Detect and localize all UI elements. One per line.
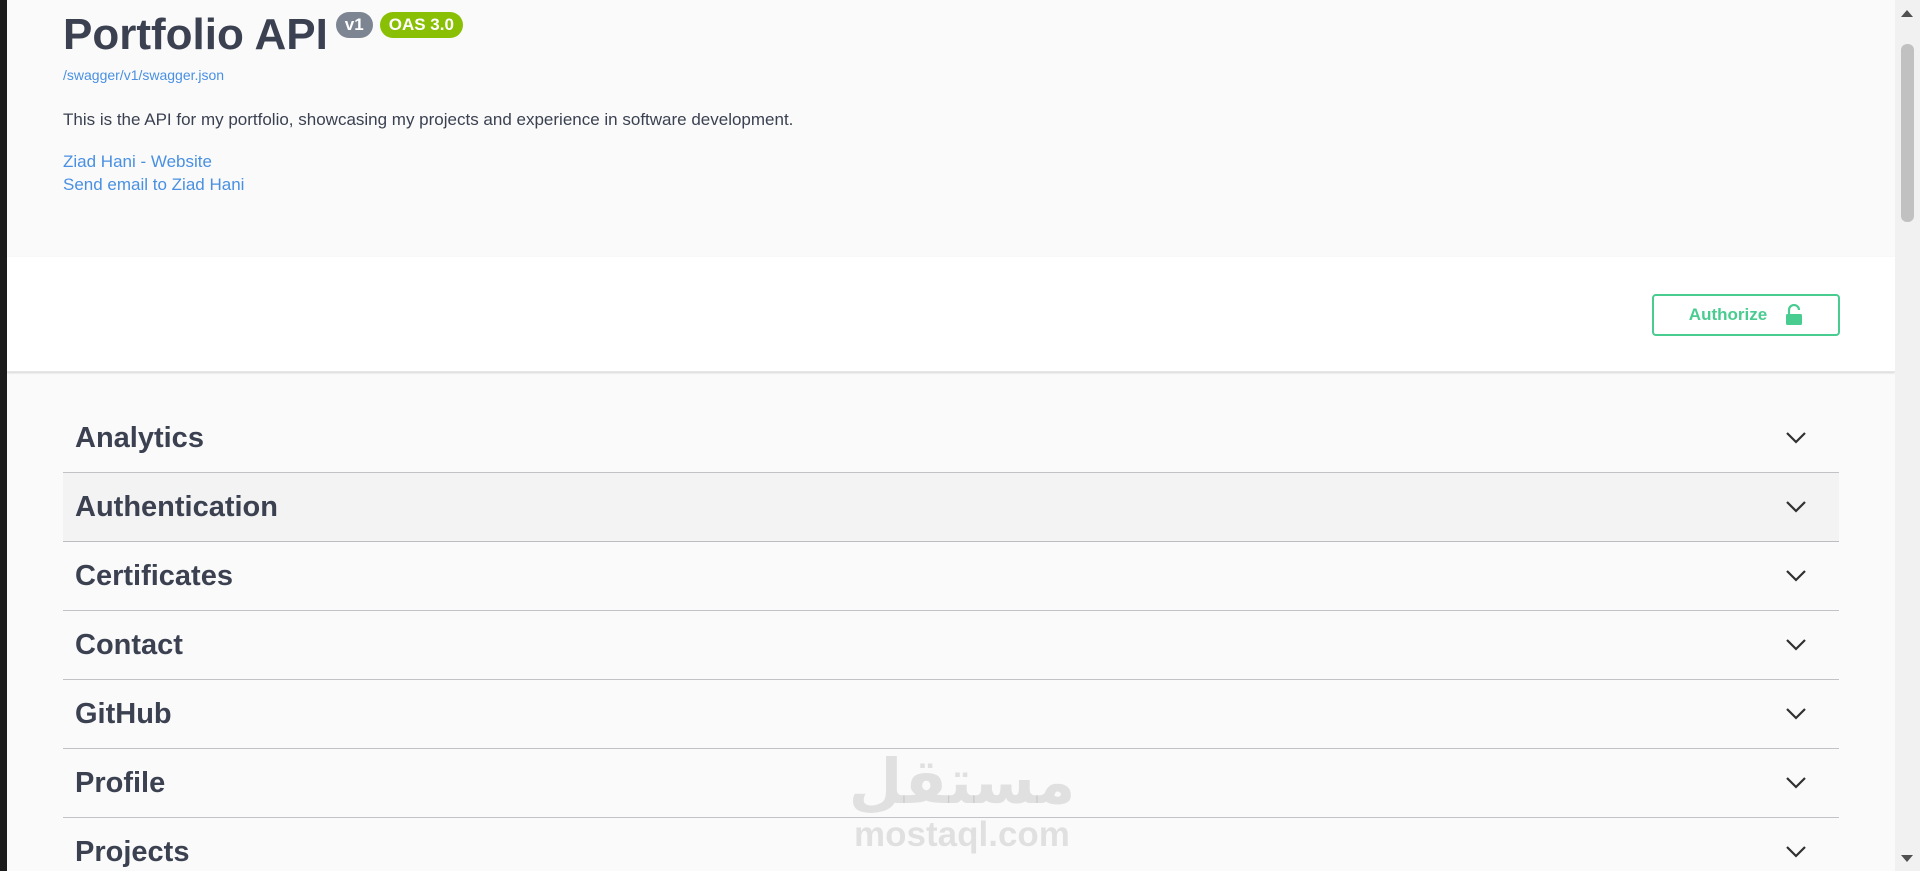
tag-name: GitHub: [75, 697, 172, 730]
lock-icon: [1786, 304, 1803, 325]
tag-section-certificates[interactable]: Certificates: [63, 542, 1839, 611]
tag-section-projects[interactable]: Projects: [63, 818, 1839, 871]
scroll-up-arrow[interactable]: [1901, 10, 1913, 17]
authorize-label: Authorize: [1688, 305, 1768, 324]
contact-links: Ziad Hani - Website Send email to Ziad H…: [63, 150, 244, 196]
oas-badge: OAS 3.0: [379, 12, 463, 38]
chevron-down-icon[interactable]: [1785, 638, 1807, 652]
tag-section-github[interactable]: GitHub: [63, 680, 1839, 749]
api-info: Portfolio API v1 OAS 3.0 /swagger/v1/swa…: [7, 0, 1895, 257]
contact-email-link[interactable]: Send email to Ziad Hani: [63, 173, 244, 196]
chevron-down-icon[interactable]: [1785, 500, 1807, 514]
api-description: This is the API for my portfolio, showca…: [63, 110, 794, 129]
chevron-down-icon[interactable]: [1785, 776, 1807, 790]
spec-url-link[interactable]: /swagger/v1/swagger.json: [63, 67, 224, 83]
tag-name: Contact: [75, 628, 183, 661]
tag-list: Analytics Authentication Certificates Conta…: [63, 404, 1839, 871]
scheme-container: Authorize: [7, 257, 1895, 372]
tag-section-contact[interactable]: Contact: [63, 611, 1839, 680]
title-row: Portfolio API v1 OAS 3.0: [63, 8, 463, 62]
tag-section-profile[interactable]: Profile: [63, 749, 1839, 818]
tag-name: Authentication: [75, 490, 278, 523]
scroll-thumb[interactable]: [1901, 44, 1914, 222]
tag-name: Profile: [75, 766, 166, 799]
scroll-down-arrow[interactable]: [1901, 855, 1913, 862]
chevron-down-icon[interactable]: [1785, 431, 1807, 445]
chevron-down-icon[interactable]: [1785, 569, 1807, 583]
tag-name: Projects: [75, 835, 190, 868]
authorize-button[interactable]: Authorize: [1652, 294, 1840, 336]
tag-section-analytics[interactable]: Analytics: [63, 404, 1839, 473]
tag-section-authentication[interactable]: Authentication: [63, 473, 1839, 542]
page-title: Portfolio API: [63, 10, 328, 59]
swagger-ui: Portfolio API v1 OAS 3.0 /swagger/v1/swa…: [7, 0, 1895, 871]
chevron-down-icon[interactable]: [1785, 845, 1807, 859]
scrollbar[interactable]: [1895, 0, 1920, 871]
version-badge: v1: [335, 12, 373, 38]
tag-name: Analytics: [75, 421, 204, 454]
tag-name: Certificates: [75, 559, 233, 592]
chevron-down-icon[interactable]: [1785, 707, 1807, 721]
contact-website-link[interactable]: Ziad Hani - Website: [63, 150, 244, 173]
